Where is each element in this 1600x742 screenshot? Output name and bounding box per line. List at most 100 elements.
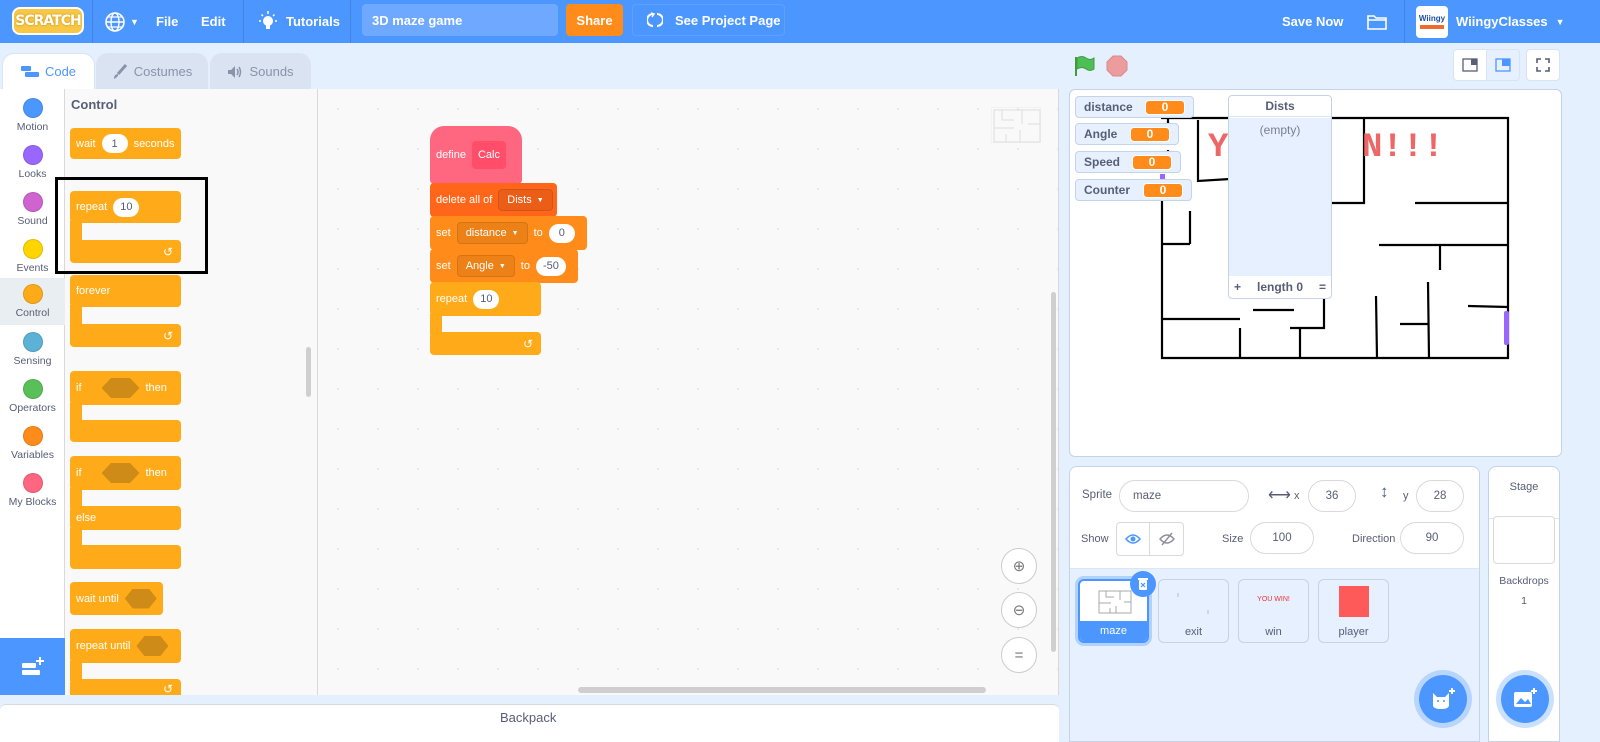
hide-sprite-button[interactable] xyxy=(1150,522,1184,556)
variable-dropdown[interactable]: Angle ▼ xyxy=(456,255,515,277)
zoom-out-button[interactable]: ⊖ xyxy=(1001,592,1037,628)
add-extension-button[interactable] xyxy=(0,638,65,695)
x-position-input[interactable]: 36 xyxy=(1308,480,1356,512)
variable-monitor-distance[interactable]: distance 0 xyxy=(1075,96,1194,118)
zoom-reset-button[interactable]: = xyxy=(1001,637,1037,673)
boolean-slot[interactable] xyxy=(124,588,157,609)
normal-stage-button[interactable] xyxy=(1486,49,1520,81)
block-input[interactable]: 0 xyxy=(548,223,575,243)
sprite-tile-player[interactable]: player xyxy=(1318,579,1389,643)
y-position-input[interactable]: 28 xyxy=(1416,480,1464,512)
show-sprite-button[interactable] xyxy=(1116,522,1150,556)
block-input[interactable]: 10 xyxy=(473,289,500,309)
category-my-blocks[interactable]: My Blocks xyxy=(0,467,65,514)
category-looks[interactable]: Looks xyxy=(0,139,65,186)
set-variable-block[interactable]: set Angle ▼ to -50 xyxy=(430,249,578,283)
category-operators[interactable]: Operators xyxy=(0,373,65,420)
repeat-until-block[interactable]: repeat until xyxy=(70,629,181,663)
size-input[interactable]: 100 xyxy=(1250,522,1314,554)
scratch-logo[interactable]: SCRATCH xyxy=(12,7,84,35)
variable-dropdown[interactable]: distance ▼ xyxy=(456,222,528,244)
stop-button[interactable] xyxy=(1106,55,1128,82)
maze-thumbnail xyxy=(1098,590,1132,614)
block-label: define xyxy=(436,149,466,161)
palette-scrollbar[interactable] xyxy=(306,347,311,397)
wait-seconds-block[interactable]: wait 1 seconds xyxy=(70,128,181,159)
file-menu[interactable]: File xyxy=(156,0,178,43)
language-menu[interactable]: ▼ xyxy=(104,0,139,43)
share-button[interactable]: Share xyxy=(566,4,623,36)
zoom-in-button[interactable]: ⊕ xyxy=(1001,548,1037,584)
choose-backdrop-button[interactable] xyxy=(1501,675,1549,723)
fullscreen-button[interactable] xyxy=(1526,49,1560,81)
forever-block[interactable]: forever xyxy=(70,275,181,307)
sprite-tile-maze[interactable]: maze xyxy=(1078,571,1156,643)
small-stage-button[interactable] xyxy=(1453,49,1487,81)
variable-monitor-speed[interactable]: Speed 0 xyxy=(1075,151,1181,173)
sprite-name-input[interactable]: maze xyxy=(1119,480,1249,512)
loop-arrow-icon: ↺ xyxy=(522,336,533,351)
variable-monitor-angle[interactable]: Angle 0 xyxy=(1075,123,1179,145)
my-stuff-button[interactable] xyxy=(1366,0,1388,43)
backpack[interactable]: Backpack xyxy=(0,704,1059,742)
block-input[interactable]: -50 xyxy=(535,256,566,276)
see-project-page-button[interactable]: See Project Page xyxy=(632,4,785,36)
backdrop-thumbnail[interactable] xyxy=(1493,516,1555,564)
caret-down-icon: ▼ xyxy=(498,262,506,270)
set-variable-block[interactable]: set distance ▼ to 0 xyxy=(430,216,587,250)
category-label: Motion xyxy=(16,121,49,133)
save-now-button[interactable]: Save Now xyxy=(1282,0,1343,43)
block-input[interactable]: 1 xyxy=(101,134,128,153)
repeat-block[interactable]: repeat 10 xyxy=(70,191,181,223)
add-item-button[interactable]: + xyxy=(1234,280,1241,294)
green-flag-button[interactable] xyxy=(1073,55,1095,82)
custom-block-name[interactable]: Calc xyxy=(471,141,506,169)
direction-input[interactable]: 90 xyxy=(1400,522,1464,554)
sprite-tile-exit[interactable]: exit xyxy=(1158,579,1229,643)
show-label: Show xyxy=(1081,533,1109,545)
sprite-tile-win[interactable]: YOU WIN! win xyxy=(1238,579,1309,643)
list-monitor-dists[interactable]: Dists (empty) + length 0 = xyxy=(1228,95,1332,299)
script-workspace[interactable]: define Calc delete all of Dists ▼ set dis… xyxy=(318,89,1059,695)
category-motion[interactable]: Motion xyxy=(0,92,65,139)
category-sensing[interactable]: Sensing xyxy=(0,326,65,373)
list-dropdown[interactable]: Dists ▼ xyxy=(498,189,553,211)
stage-canvas[interactable]: Y N!!! distance 0 Angle 0 Speed 0 Counter 0 … xyxy=(1069,89,1562,457)
variable-monitor-counter[interactable]: Counter 0 xyxy=(1075,179,1192,201)
boolean-slot[interactable] xyxy=(136,636,169,656)
define-calc-block[interactable]: define Calc xyxy=(430,126,522,184)
workspace-vertical-scrollbar[interactable] xyxy=(1051,292,1056,652)
dropdown-value: distance xyxy=(465,227,507,239)
tab-costumes[interactable]: Costumes xyxy=(96,53,208,89)
repeat-block[interactable]: repeat 10 xyxy=(430,282,541,316)
block-label: wait xyxy=(76,137,96,150)
x-label: x xyxy=(1294,490,1300,502)
project-title-input[interactable]: 3D maze game xyxy=(362,4,558,36)
edit-menu[interactable]: Edit xyxy=(201,0,226,43)
block-input[interactable]: 10 xyxy=(113,197,140,217)
account-menu[interactable]: Wiingy WiingyClasses ▼ xyxy=(1416,0,1565,43)
choose-sprite-button[interactable] xyxy=(1419,675,1467,723)
category-events[interactable]: Events xyxy=(0,233,65,280)
tab-sounds[interactable]: Sounds xyxy=(210,53,311,89)
monitor-label: distance xyxy=(1084,100,1133,114)
tutorials-button[interactable]: Tutorials xyxy=(258,0,340,43)
boolean-slot[interactable] xyxy=(101,463,140,483)
brush-icon xyxy=(113,63,127,79)
workspace-horizontal-scrollbar[interactable] xyxy=(578,687,986,693)
if-then-block[interactable]: if then xyxy=(70,371,181,405)
delete-sprite-button[interactable] xyxy=(1130,571,1156,597)
loop-arrow-icon: ↺ xyxy=(162,244,173,259)
stage-target-pane[interactable]: Stage Backdrops 1 xyxy=(1488,466,1560,742)
wait-until-block[interactable]: wait until xyxy=(70,582,163,615)
boolean-slot[interactable] xyxy=(101,378,140,398)
list-footer: + length 0 = xyxy=(1229,276,1331,298)
delete-all-of-list-block[interactable]: delete all of Dists ▼ xyxy=(430,183,557,217)
resize-handle[interactable]: = xyxy=(1319,280,1326,294)
if-then-else-block[interactable]: if then xyxy=(70,456,181,490)
category-variables[interactable]: Variables xyxy=(0,420,65,467)
category-control[interactable]: Control xyxy=(0,278,65,325)
tab-code[interactable]: Code xyxy=(2,53,95,89)
category-sound[interactable]: Sound xyxy=(0,186,65,233)
sensing-dot-icon xyxy=(22,332,43,352)
